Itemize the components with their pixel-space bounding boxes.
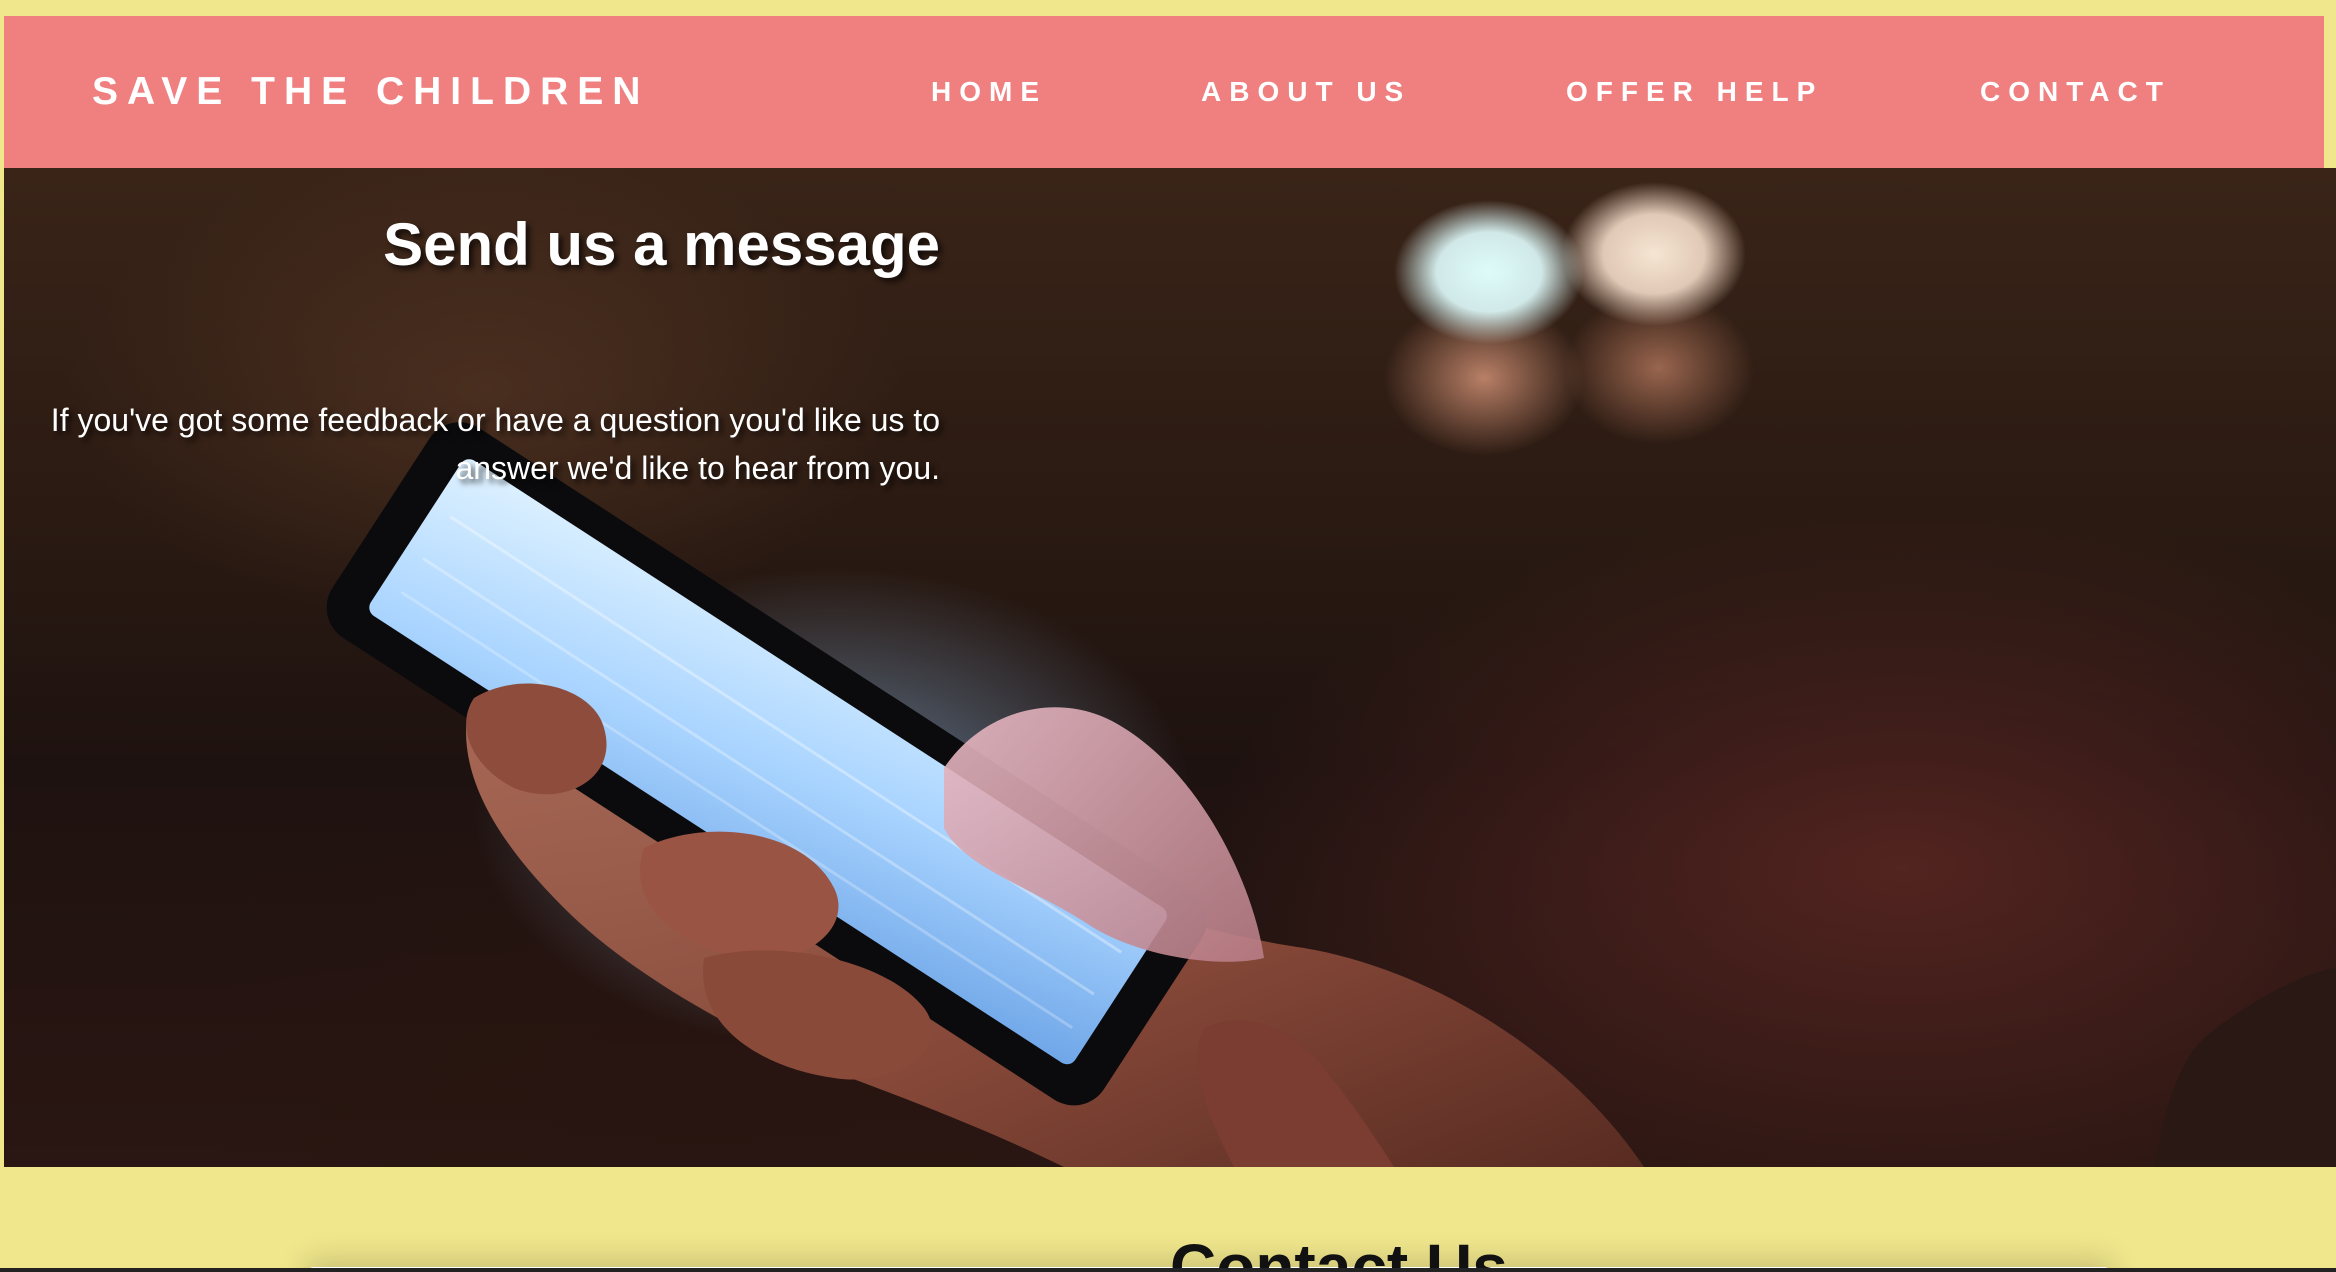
contact-heading: Contact Us (1170, 1231, 1508, 1272)
nav-contact-link[interactable]: CONTACT (1980, 16, 2171, 168)
hero-banner: Send us a message If you've got some fee… (4, 168, 2336, 1167)
hands-holding-smartphone-photo (326, 422, 2336, 1167)
window-bottom-edge (0, 1268, 2336, 1272)
hero-title: Send us a message (383, 211, 940, 278)
nav-offer-help-link[interactable]: OFFER HELP (1566, 16, 1823, 168)
brand-logo-link[interactable]: SAVE THE CHILDREN (92, 16, 649, 168)
hero-description: If you've got some feedback or have a qu… (50, 402, 940, 486)
contact-section: Contact Us (0, 1167, 2336, 1272)
nav-home-link[interactable]: HOME (931, 16, 1047, 168)
nav-about-us-link[interactable]: ABOUT US (1201, 16, 1411, 168)
page: SAVE THE CHILDREN HOME ABOUT US OFFER HE… (0, 0, 2336, 1272)
site-header: SAVE THE CHILDREN HOME ABOUT US OFFER HE… (4, 16, 2324, 168)
